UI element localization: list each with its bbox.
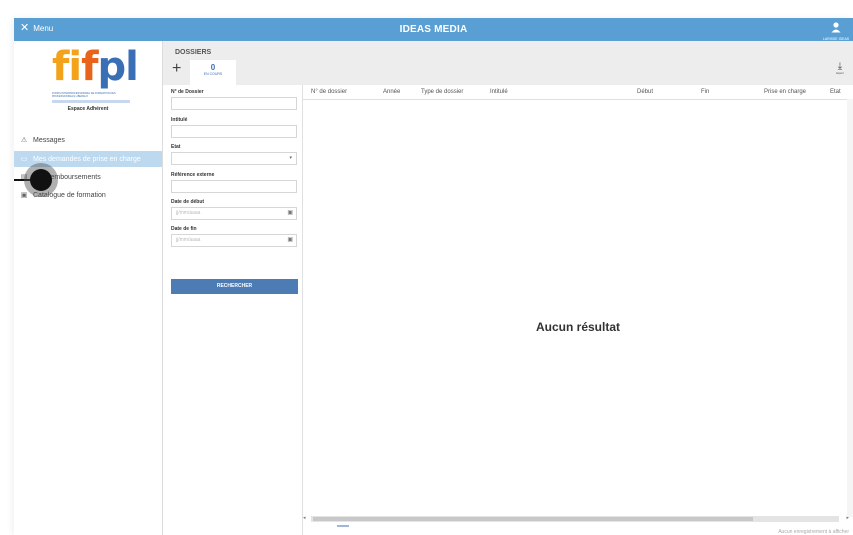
vertical-scrollbar[interactable]: [847, 99, 853, 517]
export-label: Export: [836, 72, 844, 75]
pager-indicator: [337, 525, 349, 527]
results-panel: N° de dossier Année Type de dossier Inti…: [303, 85, 853, 535]
cursor-pointer-line: [14, 179, 30, 181]
logo-underline: [52, 100, 130, 103]
column-header[interactable]: N° de dossier: [311, 89, 347, 95]
date-fin-label: Date de fin: [171, 226, 197, 232]
intitule-label: Intitulé: [171, 117, 188, 123]
sidebar-item-label: Messages: [33, 136, 65, 144]
reference-externe-field[interactable]: [171, 180, 297, 193]
dossier-number-label: N° de Dossier: [171, 89, 204, 95]
logo-subtitle: FONDS INTERPROFESSIONNEL DE FORMATION DE…: [52, 92, 116, 98]
column-header[interactable]: Prise en charge: [764, 89, 806, 95]
export-button[interactable]: ⤓ Export: [833, 61, 847, 75]
en-cours-label: EN COURS: [203, 72, 223, 76]
column-header[interactable]: Etat: [830, 89, 841, 95]
horizontal-scrollbar[interactable]: [311, 516, 839, 522]
date-debut-label: Date de début: [171, 199, 205, 205]
intitule-field[interactable]: [171, 125, 297, 138]
app-window: ✕ Menu IDEAS MEDIA LARISSE IDEAS fifpl F…: [14, 18, 853, 535]
scroll-left-arrow-icon[interactable]: ◂: [303, 515, 306, 521]
scroll-right-arrow-icon[interactable]: ▸: [846, 515, 849, 521]
column-header[interactable]: Type de dossier: [421, 89, 463, 95]
fifpl-logo: fifpl: [52, 44, 139, 90]
user-account-button[interactable]: LARISSE IDEAS: [821, 20, 851, 41]
user-icon: [831, 22, 841, 33]
etat-select[interactable]: ▾: [171, 152, 297, 165]
date-debut-field[interactable]: jj/mm/aaaa ▣: [171, 207, 297, 220]
click-indicator: [30, 169, 52, 191]
book-icon: ▣: [20, 192, 28, 199]
sidebar-item-label: Mes demandes de prise en charge: [33, 155, 141, 163]
dossiers-header: DOSSIERS + 0 EN COURS ⤓ Export: [163, 41, 853, 85]
date-fin-field[interactable]: jj/mm/aaaa ▣: [171, 234, 297, 247]
search-button[interactable]: RECHERCHER: [171, 279, 298, 294]
page-title: DOSSIERS: [175, 49, 212, 56]
column-header[interactable]: Année: [383, 89, 400, 95]
column-header[interactable]: Début: [637, 89, 653, 95]
table-header: N° de dossier Année Type de dossier Inti…: [303, 85, 853, 100]
calendar-icon[interactable]: ▣: [287, 208, 293, 219]
add-dossier-button[interactable]: +: [172, 61, 181, 77]
top-bar: ✕ Menu IDEAS MEDIA LARISSE IDEAS: [14, 18, 853, 41]
etat-label: Etat: [171, 144, 181, 150]
column-header[interactable]: Intitulé: [490, 89, 508, 95]
date-fin-placeholder: jj/mm/aaaa: [176, 237, 201, 243]
sidebar-item-messages[interactable]: ⚠ Messages: [14, 132, 162, 148]
calendar-icon[interactable]: ▣: [287, 235, 293, 246]
chevron-down-icon: ▾: [289, 155, 292, 161]
folder-icon: ▭: [20, 156, 28, 163]
app-title: IDEAS MEDIA: [399, 24, 468, 35]
tab-en-cours[interactable]: 0 EN COURS: [190, 60, 236, 85]
sidebar-item-demandes[interactable]: ▭ Mes demandes de prise en charge: [14, 151, 162, 167]
filter-panel: N° de Dossier Intitulé Etat ▾ Référence …: [163, 85, 303, 535]
warning-triangle-icon: ⚠: [20, 137, 28, 144]
column-header[interactable]: Fin: [701, 89, 709, 95]
records-count-note: Aucun enregistrement à afficher: [778, 529, 849, 535]
sidebar-item-label: Catalogue de formation: [33, 191, 106, 199]
sidebar: fifpl FONDS INTERPROFESSIONNEL DE FORMAT…: [14, 41, 163, 535]
scrollbar-thumb[interactable]: [313, 517, 753, 521]
espace-adherent-label: Espace Adhérent: [67, 106, 109, 112]
empty-state-message: Aucun résultat: [535, 320, 620, 334]
date-debut-placeholder: jj/mm/aaaa: [176, 210, 201, 216]
reference-externe-label: Référence externe: [171, 172, 215, 178]
dossier-number-field[interactable]: [171, 97, 297, 110]
download-icon: ⤓: [837, 61, 843, 72]
en-cours-count: 0: [210, 63, 216, 72]
